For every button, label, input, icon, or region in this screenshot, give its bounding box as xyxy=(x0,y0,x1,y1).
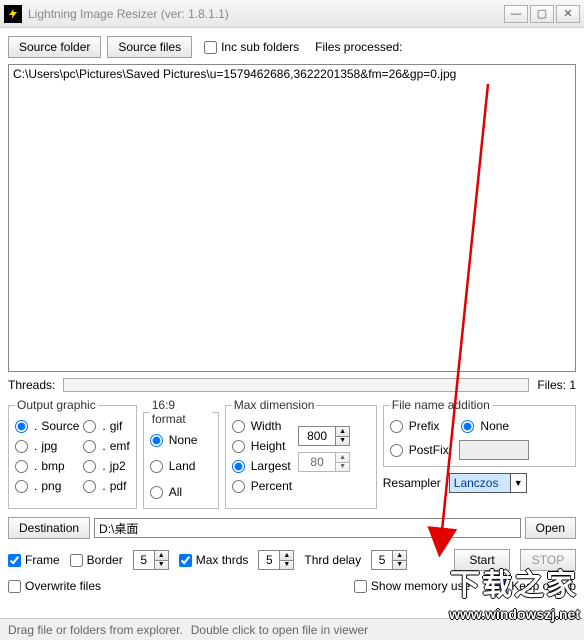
frame-checkbox[interactable]: Frame xyxy=(8,553,60,567)
filename-addition-legend: File name addition xyxy=(390,398,492,412)
minimize-button[interactable]: — xyxy=(504,5,528,23)
radio-169-land[interactable]: Land xyxy=(150,456,212,476)
close-button[interactable]: ✕ xyxy=(556,5,580,23)
border-spinner[interactable]: ▲▼ xyxy=(133,550,169,570)
status-drag-text: Drag file or folders from explorer. xyxy=(8,623,183,637)
max-thrds-checkbox[interactable]: Max thrds xyxy=(179,553,249,567)
radio-percent[interactable]: Percent xyxy=(232,476,292,496)
maxdim-spinner-2[interactable]: ▲▼ xyxy=(298,452,350,472)
chevron-down-icon: ▼ xyxy=(510,474,526,492)
postfix-input[interactable] xyxy=(459,440,529,460)
radio-jp2[interactable]: .jp2 xyxy=(83,456,129,476)
destination-button[interactable]: Destination xyxy=(8,517,90,539)
format-169-group: 16:9 format None Land All xyxy=(143,398,219,509)
source-folder-button[interactable]: Source folder xyxy=(8,36,101,58)
radio-pdf[interactable]: .pdf xyxy=(83,476,129,496)
file-list[interactable]: C:\Users\pc\Pictures\Saved Pictures\u=15… xyxy=(8,64,576,372)
radio-emf[interactable]: .emf xyxy=(83,436,129,456)
radio-largest[interactable]: Largest xyxy=(232,456,292,476)
format-169-legend: 16:9 format xyxy=(150,398,212,426)
source-files-button[interactable]: Source files xyxy=(107,36,192,58)
maxdim-spinner-1[interactable]: ▲▼ xyxy=(298,426,350,446)
resampler-combo[interactable]: Lanczos ▼ xyxy=(449,473,527,493)
filename-addition-group: File name addition Prefix None PostFix xyxy=(383,398,576,467)
window-title: Lightning Image Resizer (ver: 1.8.1.1) xyxy=(28,7,502,21)
radio-postfix[interactable]: PostFix xyxy=(390,440,449,460)
list-item[interactable]: C:\Users\pc\Pictures\Saved Pictures\u=15… xyxy=(13,67,571,81)
chevron-down-icon: ▼ xyxy=(335,462,349,472)
threads-label: Threads: xyxy=(8,378,55,392)
border-checkbox[interactable]: Border xyxy=(70,553,123,567)
thrd-delay-spinner[interactable]: ▲▼ xyxy=(371,550,407,570)
radio-169-none[interactable]: None xyxy=(150,430,212,450)
radio-png[interactable]: .png xyxy=(15,476,79,496)
overwrite-checkbox[interactable]: Overwrite files xyxy=(8,579,101,593)
open-button[interactable]: Open xyxy=(525,517,576,539)
radio-width[interactable]: Width xyxy=(232,416,292,436)
radio-gif[interactable]: .gif xyxy=(83,416,129,436)
max-thrds-spinner[interactable]: ▲▼ xyxy=(258,550,294,570)
files-processed-label: Files processed: xyxy=(315,40,402,54)
radio-source[interactable]: .Source xyxy=(15,416,79,436)
max-dimension-legend: Max dimension xyxy=(232,398,317,412)
chevron-up-icon: ▲ xyxy=(335,453,349,462)
progress-bar xyxy=(63,378,529,392)
radio-169-all[interactable]: All xyxy=(150,482,212,502)
output-graphic-group: Output graphic .Source .jpg .bmp .png .g… xyxy=(8,398,137,509)
chevron-up-icon: ▲ xyxy=(335,427,349,436)
watermark-text-1: 下载之家 xyxy=(450,560,578,604)
chevron-down-icon: ▼ xyxy=(335,436,349,446)
max-dimension-group: Max dimension Width Height Largest Perce… xyxy=(225,398,377,509)
resampler-label: Resampler xyxy=(383,476,441,490)
app-icon xyxy=(4,5,22,23)
radio-bmp[interactable]: .bmp xyxy=(15,456,79,476)
maximize-button[interactable]: ▢ xyxy=(530,5,554,23)
inc-subfolders-checkbox[interactable]: Inc sub folders xyxy=(204,40,299,54)
radio-height[interactable]: Height xyxy=(232,436,292,456)
radio-prefix[interactable]: Prefix xyxy=(390,416,440,436)
destination-input[interactable] xyxy=(94,518,521,538)
output-graphic-legend: Output graphic xyxy=(15,398,98,412)
thrd-delay-label: Thrd delay xyxy=(304,553,361,567)
status-dblclick-text: Double click to open file in viewer xyxy=(191,623,368,637)
watermark-text-2: www.windowszj.net xyxy=(449,606,580,622)
radio-name-none[interactable]: None xyxy=(461,416,509,436)
files-count-label: Files: 1 xyxy=(537,378,576,392)
radio-jpg[interactable]: .jpg xyxy=(15,436,79,456)
